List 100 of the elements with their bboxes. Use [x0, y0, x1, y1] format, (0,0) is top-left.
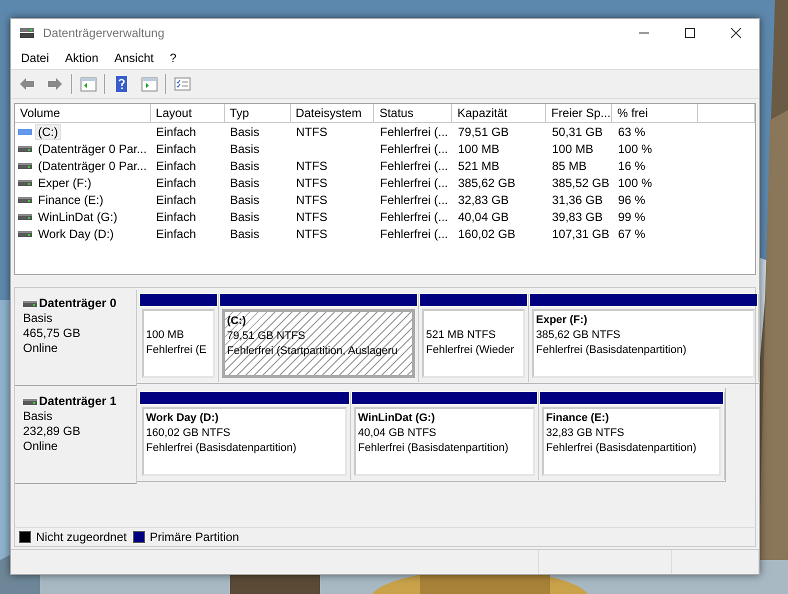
- table-cell-text: (Datenträger 0 Par...: [37, 158, 148, 172]
- table-cell-text: NTFS: [295, 176, 328, 190]
- partition-status: Fehlerfrei (E: [146, 343, 208, 358]
- table-cell-text: Fehlerfrei (...: [379, 142, 450, 156]
- legend-label: Nicht zugeordnet: [36, 530, 127, 544]
- window-pane-icon: [140, 75, 158, 93]
- checklist-icon: [173, 75, 191, 93]
- table-cell: (C:): [36, 124, 60, 138]
- table-cell-text: Work Day (D:): [37, 226, 115, 240]
- table-cell-text: 50,31 GB: [551, 124, 604, 138]
- table-cell-text: 99 %: [617, 210, 646, 224]
- partition-box[interactable]: Finance (E:) 32,83 GB NTFS Fehlerfrei (Basisdatenpartition): [542, 407, 721, 476]
- table-cell-text: Basis: [229, 210, 260, 224]
- table-cell-text: Exper (F:): [37, 176, 92, 190]
- table-cell-text: Basis: [229, 124, 260, 138]
- partition-size: 40,04 GB NTFS: [358, 426, 438, 441]
- partition-box[interactable]: WinLinDat (G:) 40,04 GB NTFS Fehlerfrei (Basisdatenpartition): [354, 407, 535, 476]
- disk-drive-icon: [19, 27, 35, 39]
- table-cell-text: Einfach: [155, 142, 198, 156]
- partition-title: Finance (E:): [546, 411, 610, 426]
- menu-item[interactable]: Ansicht: [106, 51, 162, 65]
- table-cell-text: 32,83 GB: [457, 192, 510, 206]
- table-cell-text: Fehlerfrei (...: [379, 226, 450, 240]
- table-cell-text: NTFS: [295, 158, 328, 172]
- partition-status: Fehlerfrei (Basisdatenpartition): [358, 441, 510, 456]
- legend-label: Primäre Partition: [150, 530, 240, 544]
- menu-item[interactable]: Datei: [13, 51, 58, 65]
- table-cell-text: Einfach: [155, 226, 198, 240]
- partition-title: Exper (F:): [536, 313, 588, 328]
- table-cell-text: 39,83 GB: [551, 210, 604, 224]
- partition-status: Fehlerfrei (Startpartition, Auslageru: [227, 344, 399, 359]
- table-cell-text: 40,04 GB: [457, 210, 510, 224]
- table-cell-text: Basis: [229, 142, 260, 156]
- partition-title: WinLinDat (G:): [358, 411, 436, 426]
- table-cell-text: Einfach: [155, 158, 198, 172]
- partition-status: Fehlerfrei (Wieder: [426, 343, 516, 358]
- partition-box[interactable]: 100 MB Fehlerfrei (E: [142, 309, 215, 378]
- disk-name: Datenträger 0: [39, 296, 116, 311]
- table-cell-text: 160,02 GB: [457, 226, 516, 240]
- table-cell-text: NTFS: [295, 210, 328, 224]
- table-cell-text: 85 MB: [551, 158, 588, 172]
- disk-type: Basis: [23, 311, 54, 326]
- menu-item[interactable]: Aktion: [57, 51, 106, 65]
- table-cell-text: Einfach: [155, 192, 198, 206]
- table-cell-text: Basis: [229, 192, 260, 206]
- table-cell-text: 16 %: [617, 158, 646, 172]
- table-cell-text: Einfach: [155, 176, 198, 190]
- window-title: Datenträgerverwaltung: [43, 26, 166, 40]
- partition-title: (C:): [227, 314, 247, 329]
- table-cell-text: 96 %: [617, 192, 646, 206]
- partition-size: 160,02 GB NTFS: [146, 426, 232, 441]
- table-cell-text: 79,51 GB: [457, 124, 510, 138]
- table-cell-text: 385,52 GB: [551, 176, 610, 190]
- table-cell-text: Fehlerfrei (...: [379, 176, 450, 190]
- table-cell-text: NTFS: [295, 124, 328, 138]
- window-pane-icon: [79, 75, 97, 93]
- table-cell-text: 100 MB: [551, 142, 594, 156]
- table-cell-text: Fehlerfrei (...: [379, 158, 450, 172]
- table-cell-text: Einfach: [155, 210, 198, 224]
- close-icon: [731, 28, 741, 38]
- partition-box[interactable]: Work Day (D:) 160,02 GB NTFS Fehlerfrei (Basisdatenpartition): [142, 407, 347, 476]
- maximize-icon: [685, 28, 695, 38]
- table-cell-text: Fehlerfrei (...: [379, 124, 450, 138]
- table-cell-text: Finance (E:): [37, 192, 104, 206]
- table-cell-text: Fehlerfrei (...: [379, 210, 450, 224]
- partition-box[interactable]: Exper (F:) 385,62 GB NTFS Fehlerfrei (Basisdatenpartition): [532, 309, 755, 378]
- disk-size: 465,75 GB: [23, 326, 82, 341]
- table-cell-text: WinLinDat (G:): [37, 210, 118, 224]
- table-cell-text: 63 %: [617, 124, 646, 138]
- table-cell-text: Basis: [229, 176, 260, 190]
- disk-status: Online: [23, 439, 59, 454]
- table-cell-text: 67 %: [617, 226, 646, 240]
- partition-box[interactable]: 521 MB NTFS Fehlerfrei (Wieder: [422, 309, 525, 378]
- disk-name: Datenträger 1: [39, 394, 116, 409]
- partition-status: Fehlerfrei (Basisdatenpartition): [546, 441, 698, 456]
- disk-status: Online: [23, 341, 59, 356]
- partition-size: 32,83 GB NTFS: [546, 426, 626, 441]
- table-cell-text: (Datenträger 0 Par...: [37, 142, 148, 156]
- partition-size: 100 MB: [146, 328, 185, 343]
- table-cell-text: 107,31 GB: [551, 226, 610, 240]
- table-cell-text: 31,36 GB: [551, 192, 604, 206]
- table-cell-text: 521 MB: [457, 158, 500, 172]
- partition-size: 521 MB NTFS: [426, 328, 497, 343]
- partition-status: Fehlerfrei (Basisdatenpartition): [536, 343, 688, 358]
- partition-title: Work Day (D:): [146, 411, 220, 426]
- disk-size: 232,89 GB: [23, 424, 82, 439]
- right-arrow-icon: [46, 75, 64, 93]
- table-cell-text: Einfach: [155, 124, 198, 138]
- table-cell-text: 100 %: [617, 142, 654, 156]
- menu-item[interactable]: ?: [162, 51, 184, 65]
- table-cell-text: NTFS: [295, 192, 328, 206]
- partition-size: 385,62 GB NTFS: [536, 328, 622, 343]
- table-cell-text: 385,62 GB: [457, 176, 516, 190]
- table-cell-text: 100 %: [617, 176, 654, 190]
- partition-size: 79,51 GB NTFS: [227, 329, 306, 344]
- partition-box[interactable]: (C:) 79,51 GB NTFS Fehlerfrei (Startpartition, Auslageru: [222, 309, 415, 378]
- table-cell-text: Basis: [229, 158, 260, 172]
- disk-type: Basis: [23, 409, 54, 424]
- table-cell-text: NTFS: [295, 226, 328, 240]
- table-cell-text: Basis: [229, 226, 260, 240]
